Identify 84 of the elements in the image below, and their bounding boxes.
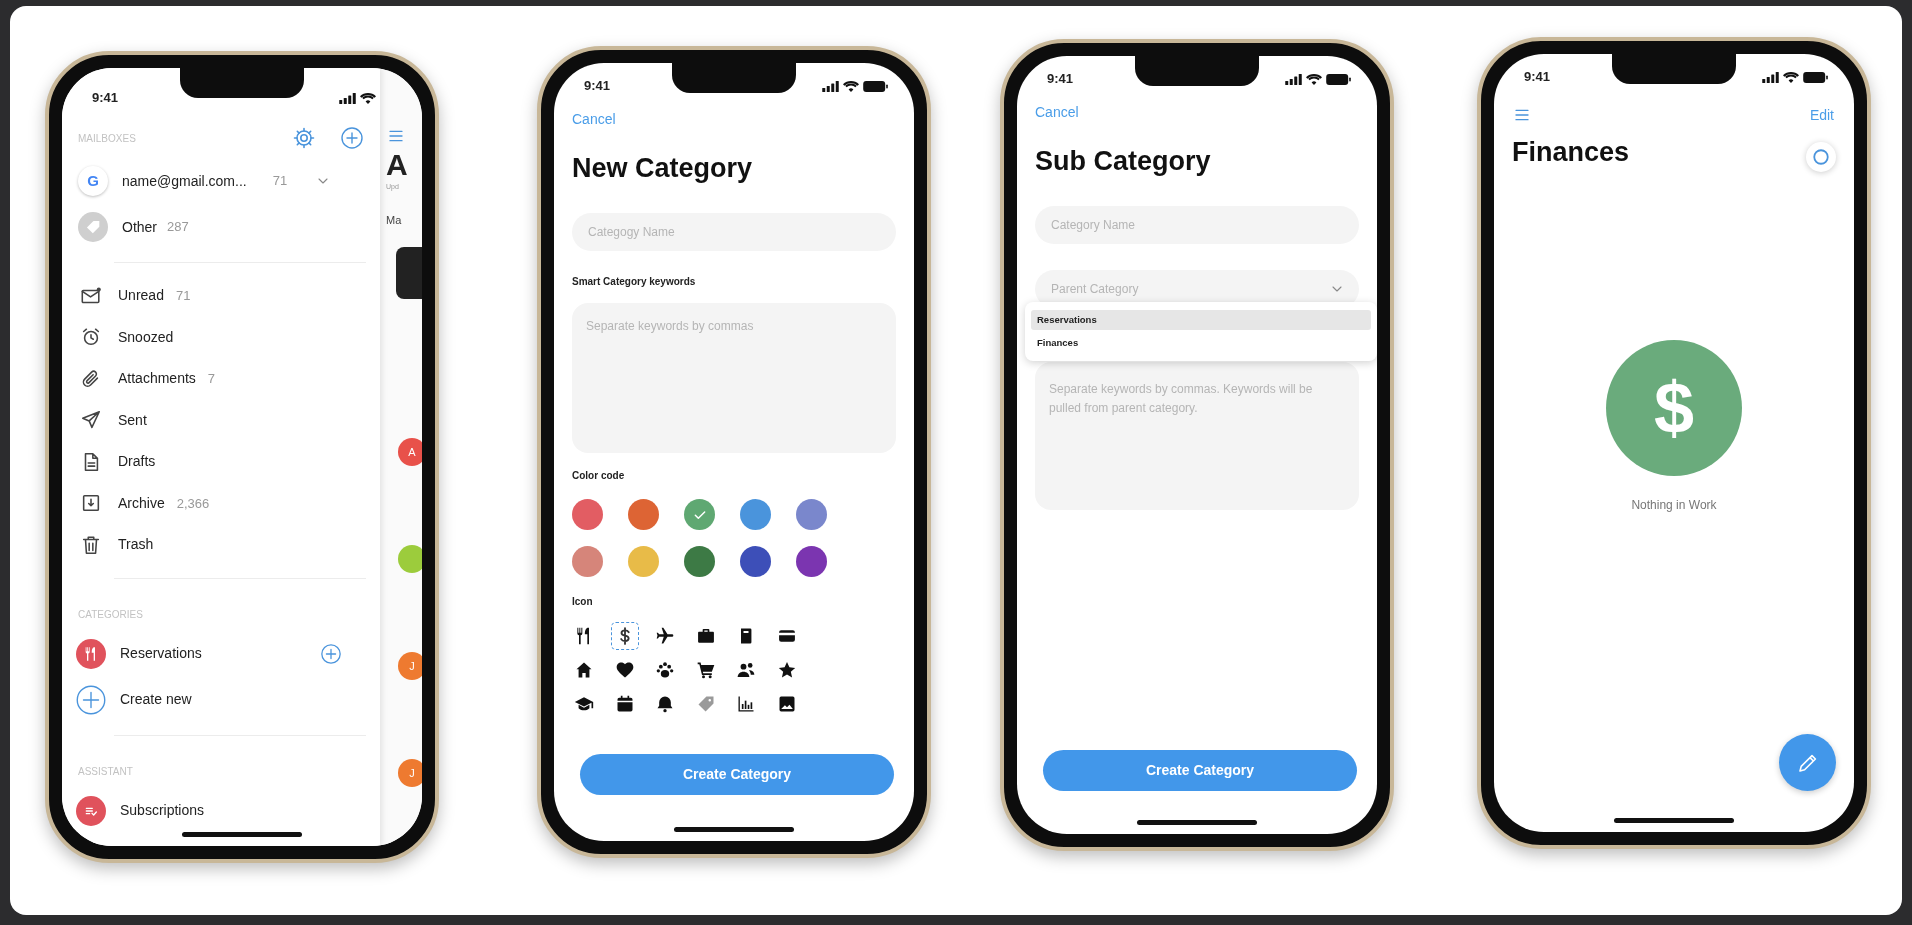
add-icon[interactable] (320, 642, 342, 665)
tab-label[interactable]: Ma (386, 213, 422, 227)
field-label: Color code (572, 469, 626, 483)
avatar: J (398, 652, 422, 680)
add-icon[interactable] (340, 126, 364, 150)
star-icon (776, 660, 797, 680)
heart-icon (614, 660, 635, 680)
paw-icon (655, 660, 676, 680)
count-label: 71 (272, 172, 288, 191)
category-label[interactable]: Subscriptions (120, 800, 205, 821)
cart-icon (695, 660, 716, 680)
add-icon[interactable] (76, 684, 106, 715)
count-label: 7 (207, 370, 216, 388)
page-title: Sub Category (1035, 145, 1212, 178)
count-label: 71 (175, 287, 191, 305)
keywords-field[interactable]: Separate keywords by commas. Keywords will be pulled from parent category. (1035, 362, 1359, 510)
color-swatch[interactable] (572, 546, 603, 577)
menu-icon[interactable] (386, 128, 406, 144)
section-label: MAILBOXES (78, 131, 136, 146)
trash-icon (80, 533, 102, 556)
wifi-icon (843, 80, 859, 92)
folder-label[interactable]: Attachments (118, 368, 196, 390)
house-icon (574, 660, 594, 680)
keywords-field[interactable]: Separate keywords by commas (572, 303, 896, 453)
count-label: 287 (167, 218, 189, 237)
status-time: 9:41 (1047, 70, 1074, 89)
avatar: J (398, 759, 422, 787)
section-label: ASSISTANT (78, 765, 133, 779)
avatar: A (398, 438, 422, 466)
dollar-badge: $ (1606, 340, 1742, 476)
color-swatch[interactable] (684, 546, 715, 577)
page-title: Finances (1512, 136, 1630, 169)
color-swatch[interactable] (740, 546, 771, 577)
compose-button[interactable] (1779, 734, 1836, 791)
category-name-field[interactable]: Categogy Name (572, 213, 896, 251)
folder-label[interactable]: Archive (118, 492, 165, 514)
icon-option[interactable] (610, 622, 639, 650)
folder-label[interactable]: Drafts (118, 451, 156, 473)
color-swatch[interactable] (684, 499, 715, 530)
category-name-field[interactable]: Category Name (1035, 206, 1359, 244)
empty-state-text: Nothing in Work (1630, 497, 1718, 514)
signal-icon (822, 80, 839, 92)
logo-badge: G (78, 166, 108, 196)
circle-button[interactable] (1806, 142, 1836, 172)
color-swatch[interactable] (740, 499, 771, 530)
menu-icon[interactable] (1512, 107, 1532, 123)
account-name[interactable]: name@gmail.com... (122, 170, 247, 192)
color-swatch[interactable] (572, 499, 603, 530)
screen-title: A (386, 148, 409, 182)
dropdown-option[interactable]: Reservations (1031, 310, 1371, 330)
field-label: Icon (572, 595, 594, 609)
section-label: CATEGORIES (78, 608, 143, 622)
status-time: 9:41 (584, 77, 611, 96)
wifi-icon (1783, 71, 1799, 83)
create-new-label[interactable]: Create new (120, 689, 192, 710)
category-label[interactable]: Reservations (120, 643, 202, 664)
account-name[interactable]: Other (122, 216, 157, 238)
color-swatch[interactable] (796, 499, 827, 530)
wifi-icon (360, 92, 376, 104)
color-swatch[interactable] (628, 499, 659, 530)
color-swatch[interactable] (796, 546, 827, 577)
folder-label[interactable]: Snoozed (118, 326, 174, 348)
wifi-icon (1306, 73, 1322, 85)
signal-icon (1285, 73, 1302, 85)
status-time: 9:41 (1524, 68, 1551, 87)
people-icon (736, 660, 757, 680)
status-time: 9:41 (92, 89, 119, 108)
plane-icon (655, 626, 676, 646)
signal-icon (339, 92, 356, 104)
folder-label[interactable]: Sent (118, 409, 147, 431)
folder-label[interactable]: Trash (118, 534, 154, 556)
page-title: New Category (572, 152, 754, 185)
count-label: 2,366 (176, 494, 210, 513)
field-label: Smart Category keywords (572, 275, 697, 289)
folder-label[interactable]: Unread (118, 285, 164, 307)
settings-icon[interactable] (292, 126, 316, 150)
tag-icon (78, 212, 108, 242)
select-placeholder: Parent Category (1051, 281, 1140, 298)
ring-icon (1812, 148, 1830, 166)
signal-icon (1762, 71, 1779, 83)
chart-icon (736, 694, 757, 714)
briefcase-icon (695, 626, 716, 646)
color-swatch[interactable] (628, 546, 659, 577)
dropdown-option[interactable]: Finances (1031, 333, 1371, 353)
